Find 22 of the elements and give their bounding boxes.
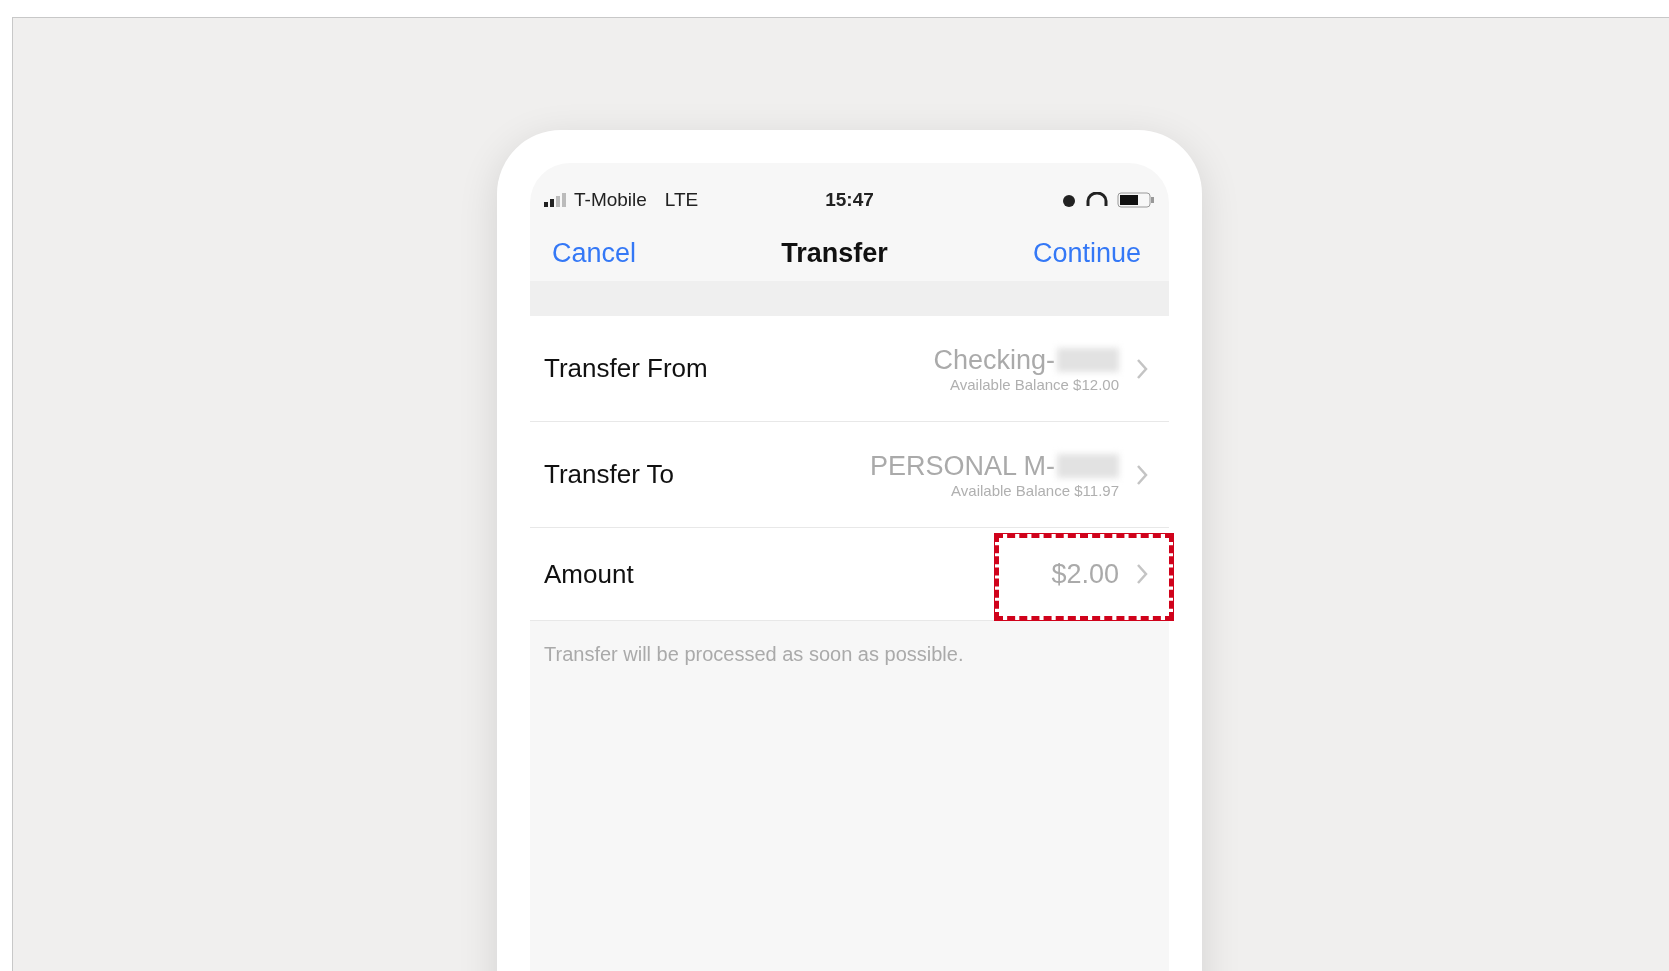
alarm-icon	[1061, 192, 1077, 208]
amount-value: $2.00	[1051, 558, 1119, 590]
footer-note: Transfer will be processed as soon as possible.	[544, 643, 965, 666]
network-type: LTE	[664, 189, 699, 211]
battery-icon	[1117, 192, 1155, 208]
list-row[interactable]: Transfer To PERSONAL M- Available Balance $11.97	[530, 422, 1169, 528]
row-label: Transfer From	[544, 353, 709, 384]
clock-time: 15:47	[825, 189, 874, 211]
continue-button[interactable]: Continue	[1032, 237, 1141, 269]
available-balance: Available Balance $12.00	[949, 375, 1119, 393]
account-name: Checking-	[933, 344, 1055, 376]
list-row[interactable]: Transfer From Checking- Available Balance $12.00	[530, 316, 1169, 422]
row-label: Amount	[544, 558, 635, 590]
screen-title: Transfer	[781, 237, 888, 269]
carrier-name: T-Mobile	[574, 189, 647, 211]
account-name: PERSONAL M-	[869, 450, 1055, 482]
chevron-right-icon	[1135, 562, 1149, 586]
available-balance: Available Balance $11.97	[951, 481, 1119, 499]
headphones-icon	[1085, 192, 1109, 208]
row-label: Transfer To	[544, 459, 676, 490]
signal-icon	[544, 193, 568, 207]
cancel-button[interactable]: Cancel	[552, 237, 637, 269]
